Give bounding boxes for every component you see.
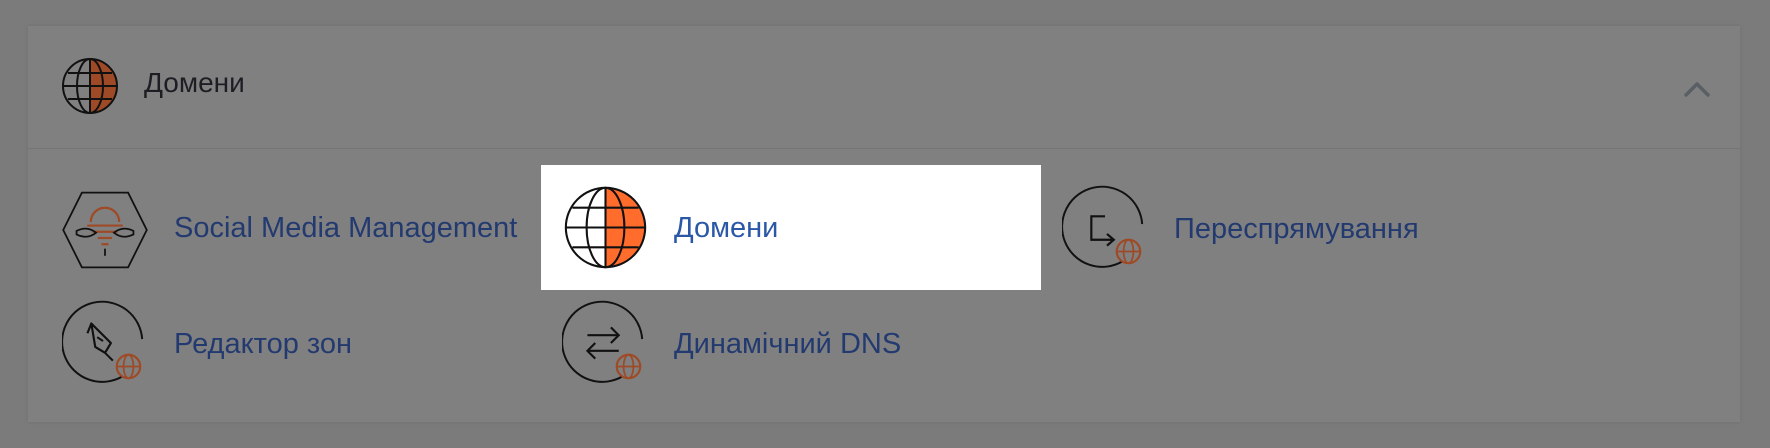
globe-icon bbox=[564, 186, 647, 269]
item-domains[interactable]: Домени bbox=[541, 165, 1041, 290]
globe-icon bbox=[62, 58, 118, 114]
item-label: Динамічний DNS bbox=[674, 328, 902, 360]
section-title: Домени bbox=[144, 67, 245, 98]
item-redirects[interactable]: Переспрямування bbox=[1062, 185, 1522, 275]
panel-header[interactable]: Домени bbox=[28, 26, 1740, 149]
social-media-icon bbox=[62, 191, 148, 269]
item-social-media-management[interactable]: Social Media Management bbox=[56, 185, 536, 275]
item-zone-editor[interactable]: Редактор зон bbox=[56, 300, 496, 390]
item-label: Редактор зон bbox=[174, 328, 353, 360]
item-dynamic-dns[interactable]: Динамічний DNS bbox=[562, 300, 982, 390]
zone-editor-icon bbox=[62, 300, 144, 383]
item-label: Переспрямування bbox=[1174, 213, 1419, 245]
item-label: Домени bbox=[674, 212, 779, 244]
redirect-icon bbox=[1062, 185, 1144, 268]
dynamic-dns-icon bbox=[562, 300, 644, 383]
item-label: Social Media Management bbox=[174, 212, 518, 244]
chevron-up-icon[interactable] bbox=[1680, 72, 1714, 106]
